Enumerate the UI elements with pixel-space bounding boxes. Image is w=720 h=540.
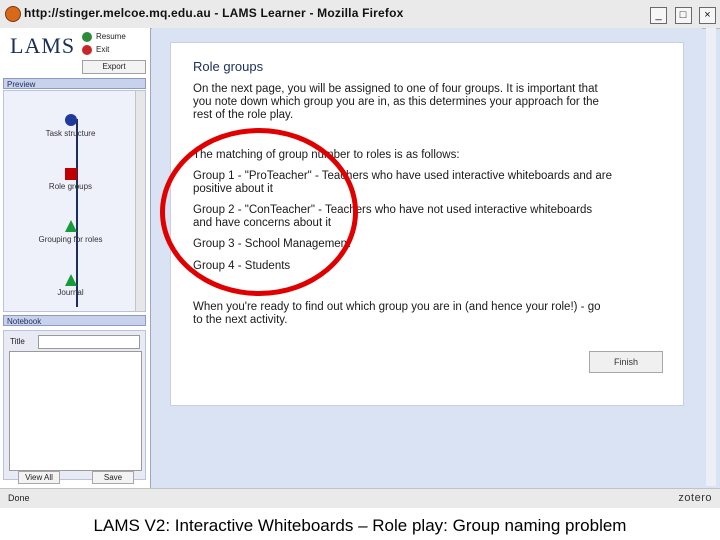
notebook-panel: Title View All Save xyxy=(3,330,146,484)
exit-label: Exit xyxy=(96,45,110,55)
view-all-button[interactable]: View All xyxy=(18,471,60,484)
notebook-header[interactable]: Notebook xyxy=(3,315,146,326)
content-scrollbar[interactable] xyxy=(706,28,716,486)
window-title: http://stinger.melcoe.mq.edu.au - LAMS L… xyxy=(24,6,404,20)
closing-text: When you're ready to find out which grou… xyxy=(193,301,601,326)
resume-button[interactable]: Resume xyxy=(82,32,126,42)
zotero-addon[interactable]: zotero xyxy=(678,492,712,504)
triangle-icon xyxy=(64,220,77,232)
title-label: Title xyxy=(10,337,25,346)
window-controls: _ □ × xyxy=(647,5,716,24)
finish-button[interactable]: Finish xyxy=(589,351,663,373)
close-button[interactable]: × xyxy=(699,7,716,24)
title-input[interactable] xyxy=(38,335,140,349)
browser-window: http://stinger.melcoe.mq.edu.au - LAMS L… xyxy=(0,0,720,508)
notebook-textarea[interactable] xyxy=(9,351,142,471)
sequence-label: Grouping for roles xyxy=(38,235,103,244)
export-button[interactable]: Export xyxy=(82,60,146,74)
page-title: Role groups xyxy=(193,59,264,74)
lams-logo: LAMS xyxy=(10,33,76,58)
red-annotation-circle xyxy=(160,128,358,296)
status-text: Done xyxy=(8,493,30,503)
save-button[interactable]: Save xyxy=(92,471,134,484)
intro-text: On the next page, you will be assigned t… xyxy=(193,83,599,121)
slide-caption: LAMS V2: Interactive Whiteboards – Role … xyxy=(93,516,627,535)
triangle-icon xyxy=(64,274,77,286)
sequence-scrollbar[interactable] xyxy=(135,91,145,311)
exit-button[interactable]: Exit xyxy=(82,45,109,55)
circle-icon xyxy=(64,114,77,126)
firefox-icon xyxy=(5,6,21,22)
preview-header[interactable]: Preview xyxy=(3,78,146,89)
left-panel: LAMS Resume Exit Export Preview Task str… xyxy=(0,28,151,488)
title-bar: http://stinger.melcoe.mq.edu.au - LAMS L… xyxy=(0,0,720,29)
sequence-preview: Task structure Role groups Grouping for … xyxy=(3,90,146,312)
sequence-label: Task structure xyxy=(45,129,96,138)
status-bar: Done zotero xyxy=(0,488,720,508)
minimize-button[interactable]: _ xyxy=(650,7,668,24)
exit-icon xyxy=(82,45,92,55)
resume-icon xyxy=(82,32,92,42)
resume-label: Resume xyxy=(96,32,126,42)
square-icon xyxy=(64,168,77,180)
sequence-label: Role groups xyxy=(48,182,93,191)
sequence-label: Journal xyxy=(57,288,84,297)
maximize-button[interactable]: □ xyxy=(674,7,692,24)
